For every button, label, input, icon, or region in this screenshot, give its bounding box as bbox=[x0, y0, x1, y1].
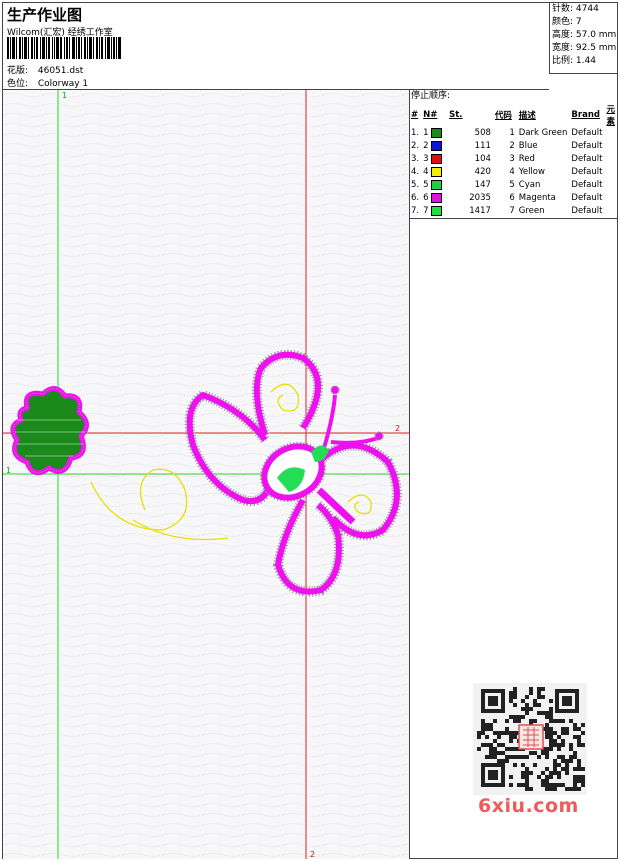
table-row: 1. 1 508 1 Dark Green Default bbox=[409, 127, 617, 140]
row-code: 2 bbox=[509, 141, 515, 151]
table-row: 5. 5 147 5 Cyan Default bbox=[409, 179, 617, 192]
row-description: Magenta bbox=[518, 193, 556, 203]
row-index: 1. bbox=[411, 128, 420, 138]
guide-label-green-h: 1 bbox=[6, 466, 11, 475]
row-index: 6. bbox=[411, 193, 420, 203]
row-code: 3 bbox=[509, 154, 515, 164]
row-brand: Default bbox=[571, 193, 603, 203]
col-index: # bbox=[411, 110, 419, 120]
row-code: 7 bbox=[509, 206, 515, 216]
table-row: 4. 4 420 4 Yellow Default bbox=[409, 166, 617, 179]
color-swatch bbox=[431, 127, 443, 138]
row-description: Green bbox=[518, 206, 545, 216]
row-code: 1 bbox=[509, 128, 515, 138]
row-stitches: 420 bbox=[474, 167, 491, 177]
row-index: 5. bbox=[411, 180, 420, 190]
design-file-row: 花版: 46051.dst bbox=[7, 63, 83, 76]
row-code: 4 bbox=[509, 167, 515, 177]
row-description: Yellow bbox=[518, 167, 545, 177]
barcode-image bbox=[7, 37, 121, 59]
guide-label-red-v: 2 bbox=[310, 850, 315, 859]
stop-sequence-title: 停止顺序: bbox=[411, 91, 451, 101]
col-description: 描述 bbox=[518, 111, 536, 121]
colorway-label: 色位: bbox=[7, 79, 29, 89]
stop-sequence-table: # N# St. 代码 描述 Brand 元素 1. 1 508 1 Dark Gre… bbox=[409, 103, 617, 219]
row-needle: 6 bbox=[421, 192, 447, 205]
design-width: 宽度: 92.5 mm bbox=[552, 43, 617, 53]
row-needle: 7 bbox=[421, 205, 447, 218]
row-needle: 4 bbox=[421, 166, 447, 179]
design-file-value: 46051.dst bbox=[37, 66, 84, 76]
row-brand: Default bbox=[571, 167, 603, 177]
row-element bbox=[604, 166, 617, 179]
row-element bbox=[604, 192, 617, 205]
col-stitches: St. bbox=[449, 110, 463, 120]
color-swatch bbox=[431, 140, 443, 151]
design-file-label: 花版: bbox=[7, 66, 29, 76]
row-index: 4. bbox=[411, 167, 420, 177]
header-block: 生产作业图 Wilcom(汇宏) 经绣工作室 花版: 46051.dst 色位:… bbox=[3, 3, 549, 90]
row-brand: Default bbox=[571, 128, 603, 138]
row-brand: Default bbox=[571, 206, 603, 216]
row-element bbox=[604, 153, 617, 166]
table-row: 2. 2 111 2 Blue Default bbox=[409, 140, 617, 153]
col-element: 元素 bbox=[606, 105, 615, 127]
colorway-row: 色位: Colorway 1 bbox=[7, 76, 88, 89]
page-title: 生产作业图 bbox=[7, 6, 83, 24]
color-swatch bbox=[431, 166, 443, 177]
color-swatch bbox=[431, 179, 443, 190]
design-ratio: 比例: 1.44 bbox=[552, 56, 596, 66]
row-needle: 5 bbox=[421, 179, 447, 192]
row-stitches: 147 bbox=[474, 180, 491, 190]
row-element bbox=[604, 179, 617, 192]
col-brand: Brand bbox=[571, 110, 600, 120]
color-count: 颜色: 7 bbox=[552, 17, 582, 27]
watermark-text: 6xiu.com bbox=[478, 795, 579, 817]
row-stitches: 1417 bbox=[469, 206, 491, 216]
row-description: Blue bbox=[518, 141, 538, 151]
qr-code bbox=[473, 683, 587, 795]
row-stitches: 104 bbox=[474, 154, 491, 164]
row-index: 3. bbox=[411, 154, 420, 164]
guide-label-red-h: 2 bbox=[395, 424, 400, 433]
row-needle: 1 bbox=[421, 127, 447, 140]
colorway-value: Colorway 1 bbox=[37, 79, 89, 89]
row-code: 6 bbox=[509, 193, 515, 203]
row-brand: Default bbox=[571, 180, 603, 190]
color-swatch bbox=[431, 192, 443, 203]
row-element bbox=[604, 140, 617, 153]
table-row: 3. 3 104 3 Red Default bbox=[409, 153, 617, 166]
col-code: 代码 bbox=[494, 111, 512, 121]
row-code: 5 bbox=[509, 180, 515, 190]
row-brand: Default bbox=[571, 141, 603, 151]
table-row: 6. 6 2035 6 Magenta Default bbox=[409, 192, 617, 205]
row-description: Cyan bbox=[518, 180, 541, 190]
col-needle: N# bbox=[423, 110, 438, 120]
color-swatch bbox=[431, 205, 443, 216]
row-index: 2. bbox=[411, 141, 420, 151]
row-needle: 3 bbox=[421, 153, 447, 166]
row-description: Dark Green bbox=[518, 128, 568, 138]
design-canvas: 1 1 2 2 bbox=[3, 89, 410, 859]
guide-label-green-v: 1 bbox=[62, 91, 67, 100]
row-index: 7. bbox=[411, 206, 420, 216]
embroidery-preview: 1 1 2 2 bbox=[3, 90, 409, 859]
design-height: 高度: 57.0 mm bbox=[552, 30, 617, 40]
stitch-count: 针数: 4744 bbox=[552, 4, 599, 14]
row-element bbox=[604, 205, 617, 218]
table-header-row: # N# St. 代码 描述 Brand 元素 bbox=[409, 103, 617, 127]
row-stitches: 508 bbox=[474, 128, 491, 138]
color-swatch bbox=[431, 153, 443, 164]
table-row: 7. 7 1417 7 Green Default bbox=[409, 205, 617, 218]
row-stitches: 111 bbox=[474, 141, 491, 151]
row-description: Red bbox=[518, 154, 535, 164]
row-needle: 2 bbox=[421, 140, 447, 153]
row-brand: Default bbox=[571, 154, 603, 164]
row-stitches: 2035 bbox=[469, 193, 491, 203]
production-sheet: 生产作业图 Wilcom(汇宏) 经绣工作室 花版: 46051.dst 色位:… bbox=[2, 2, 618, 859]
design-stats: 针数: 4744 颜色: 7 高度: 57.0 mm 宽度: 92.5 mm 比… bbox=[549, 3, 618, 74]
row-element bbox=[604, 127, 617, 140]
